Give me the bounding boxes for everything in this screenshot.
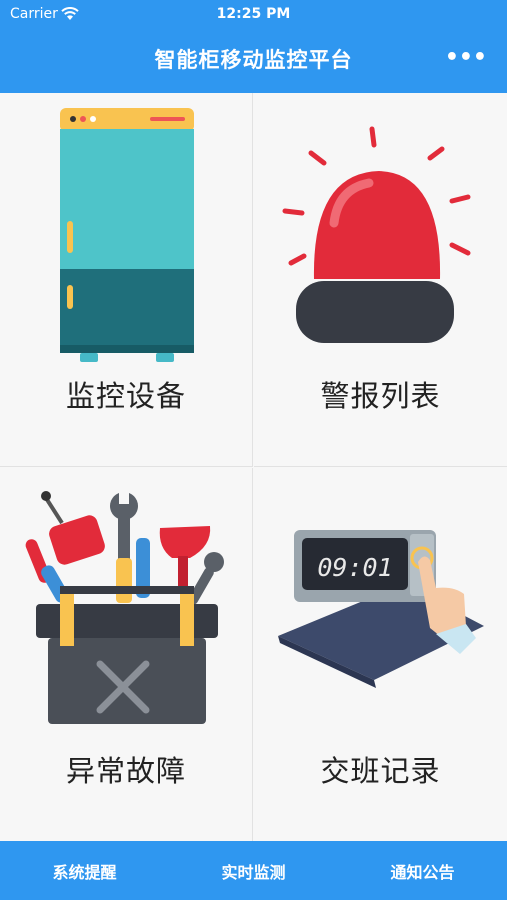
tile-label: 交班记录	[320, 754, 441, 788]
tile-alarm-list[interactable]: 警报列表	[254, 93, 507, 467]
tab-notices[interactable]: 通知公告	[338, 859, 507, 883]
toolbox-icon	[25, 490, 224, 724]
tile-label: 警报列表	[320, 379, 441, 413]
tab-system-reminders[interactable]: 系统提醒	[0, 859, 169, 883]
more-dots-icon[interactable]: •••	[445, 47, 487, 69]
time-clock-icon: 09:01	[278, 530, 484, 688]
app-header: Carrier 12:25 PM 智能柜移动监控平台 •••	[0, 0, 507, 93]
status-bar: Carrier 12:25 PM	[0, 0, 507, 28]
tab-realtime-monitoring[interactable]: 实时监测	[169, 859, 338, 883]
tile-exception-faults[interactable]: 异常故障	[0, 468, 253, 842]
page-title: 智能柜移动监控平台	[154, 48, 353, 72]
tile-label: 监控设备	[65, 379, 186, 413]
bottom-tab-bar: 系统提醒 实时监测 通知公告	[0, 841, 507, 900]
alarm-light-icon	[282, 126, 471, 343]
tile-label: 异常故障	[65, 754, 186, 788]
clock-display-text: 09:01	[317, 553, 392, 582]
tile-monitor-devices[interactable]: 监控设备	[0, 93, 253, 467]
cabinet-icon	[60, 108, 194, 362]
clock-time: 12:25 PM	[216, 6, 291, 22]
menu-grid: 监控设备 警报列表 异常故障 09:01 交班记录	[0, 93, 507, 842]
tile-shift-records[interactable]: 09:01 交班记录	[254, 468, 507, 842]
